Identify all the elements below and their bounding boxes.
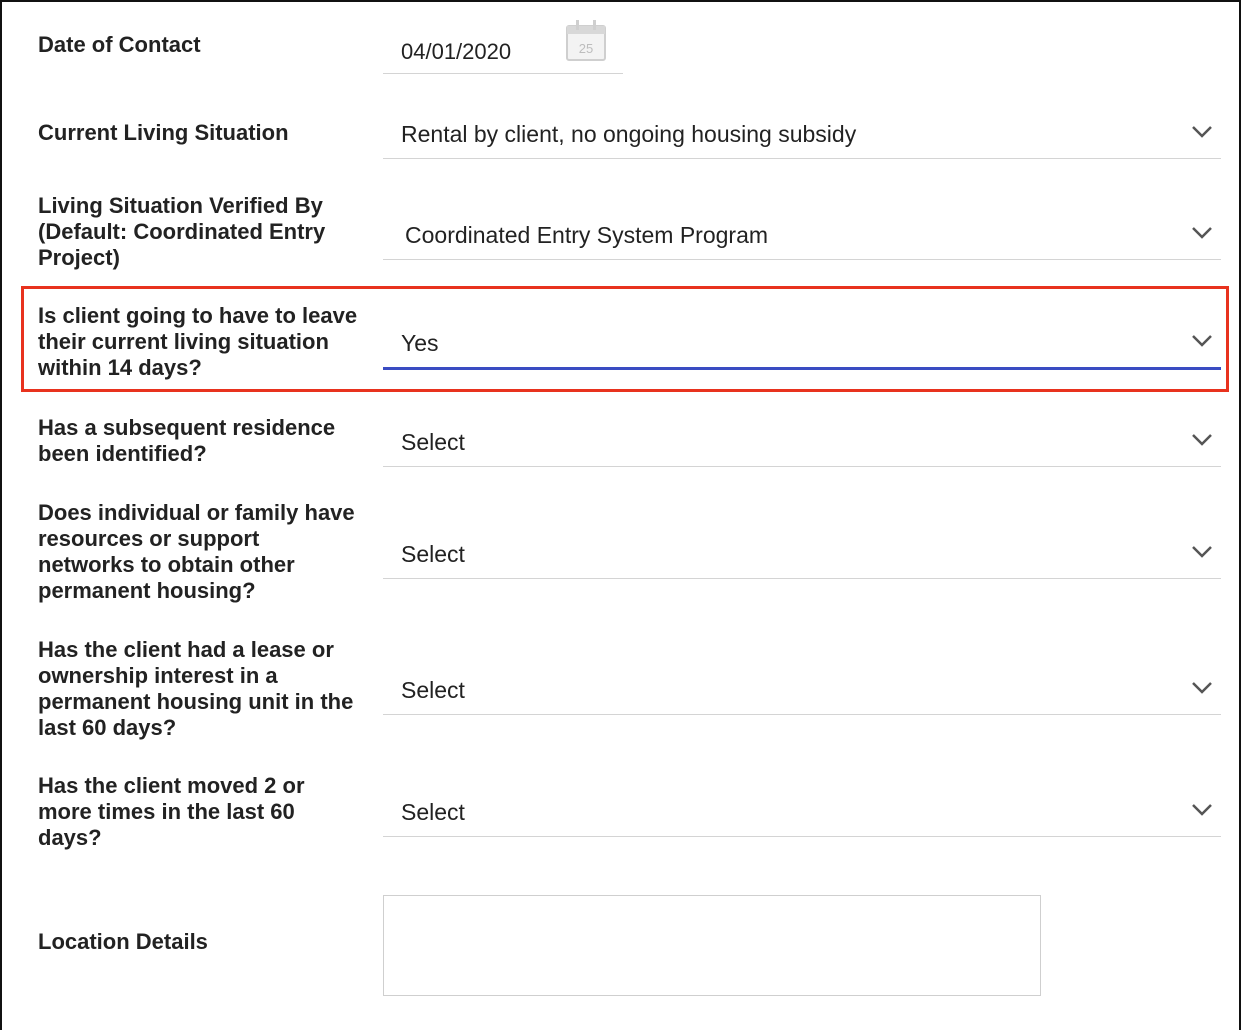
resources-support-label: Does individual or family have resources… <box>38 500 355 603</box>
moved-2-times-label: Has the client moved 2 or more times in … <box>38 773 305 850</box>
current-living-situation-value: Rental by client, no ongoing housing sub… <box>401 121 857 147</box>
subsequent-residence-select[interactable]: Select <box>383 427 1221 467</box>
resources-support-value: Select <box>401 541 465 567</box>
moved-2-times-select[interactable]: Select <box>383 797 1221 837</box>
chevron-down-icon[interactable] <box>1191 681 1213 695</box>
current-living-situation-select[interactable]: Rental by client, no ongoing housing sub… <box>383 119 1221 159</box>
leave-14-days-value: Yes <box>401 330 439 356</box>
calendar-day: 25 <box>579 41 593 56</box>
verified-by-select[interactable]: Coordinated Entry System Program <box>383 220 1221 260</box>
leave-14-days-select[interactable]: Yes <box>383 328 1221 370</box>
current-living-situation-label: Current Living Situation <box>38 120 289 145</box>
chevron-down-icon[interactable] <box>1191 334 1213 348</box>
moved-2-times-value: Select <box>401 799 465 825</box>
lease-ownership-value: Select <box>401 677 465 703</box>
date-of-contact-input[interactable]: 04/01/2020 25 <box>383 20 623 74</box>
location-details-label: Location Details <box>38 929 208 954</box>
lease-ownership-label: Has the client had a lease or ownership … <box>38 637 354 740</box>
location-details-textarea[interactable] <box>383 895 1041 996</box>
chevron-down-icon[interactable] <box>1191 433 1213 447</box>
date-of-contact-label: Date of Contact <box>38 32 201 57</box>
subsequent-residence-value: Select <box>401 429 465 455</box>
subsequent-residence-label: Has a subsequent residence been identifi… <box>38 415 336 466</box>
chevron-down-icon[interactable] <box>1191 125 1213 139</box>
chevron-down-icon[interactable] <box>1191 226 1213 240</box>
resources-support-select[interactable]: Select <box>383 539 1221 579</box>
verified-by-value: Coordinated Entry System Program <box>405 222 769 248</box>
chevron-down-icon[interactable] <box>1191 803 1213 817</box>
leave-14-days-label: Is client going to have to leave their c… <box>38 303 358 380</box>
lease-ownership-select[interactable]: Select <box>383 675 1221 715</box>
date-of-contact-value: 04/01/2020 <box>401 39 512 64</box>
chevron-down-icon[interactable] <box>1191 545 1213 559</box>
verified-by-label: Living Situation Verified By (Default: C… <box>38 193 326 270</box>
calendar-icon[interactable]: 25 <box>565 18 607 62</box>
